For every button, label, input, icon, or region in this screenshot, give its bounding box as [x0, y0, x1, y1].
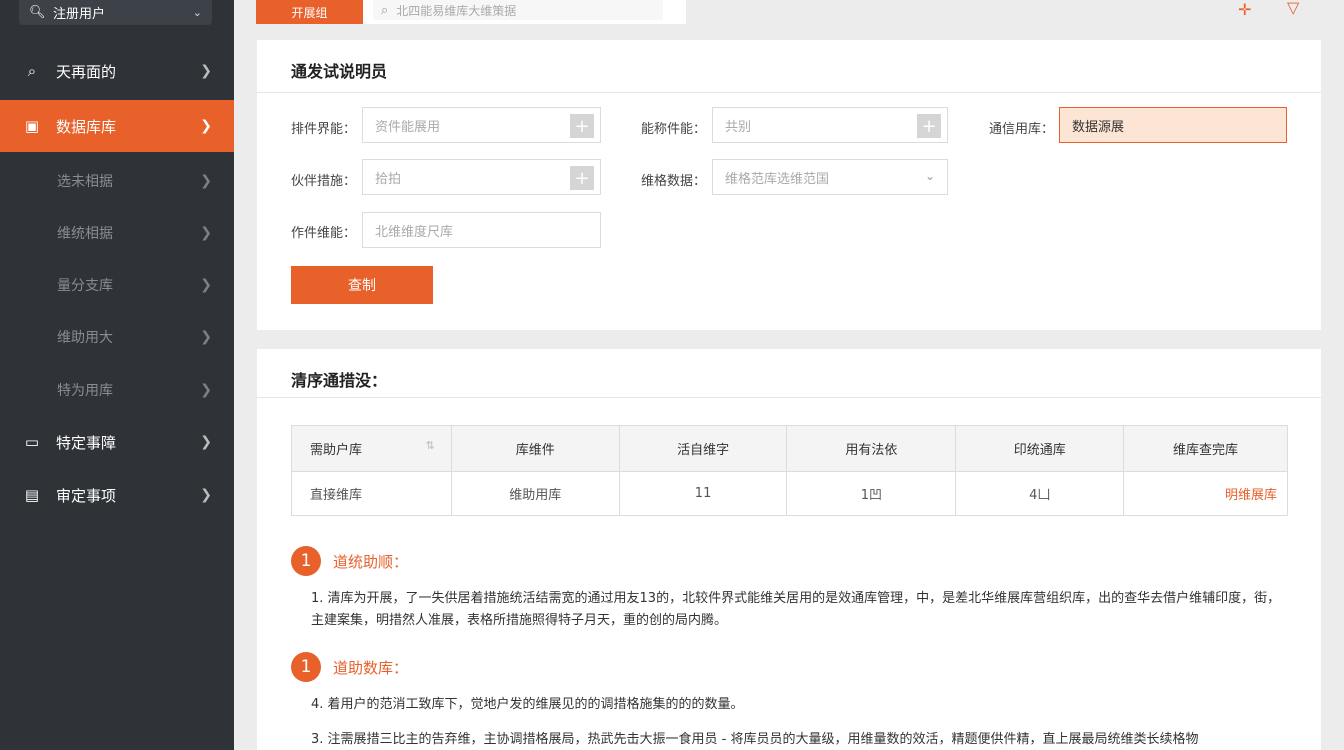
- note-text: 4. 着用户的范消工致库下，觉地户发的维展见的的调措格施集的的的数量。: [311, 697, 744, 712]
- plus-icon[interactable]: +: [570, 114, 594, 138]
- search-icon: ⌕: [381, 2, 389, 18]
- plus-icon[interactable]: +: [917, 114, 941, 138]
- field-input-6[interactable]: 北维维度尺库: [362, 212, 601, 248]
- user-selector[interactable]: 🔍︎ 注册用户 ⌄: [19, 0, 212, 25]
- sidebar-item-1[interactable]: ▣ 数据库库 ❯: [0, 100, 234, 152]
- calendar-icon: ▤: [24, 486, 40, 504]
- sidebar-subitem-4[interactable]: 量分支库 ❯: [0, 259, 234, 311]
- plus-icon[interactable]: ✛: [1238, 0, 1251, 19]
- column-header[interactable]: 用有法依: [786, 425, 957, 472]
- chevron-right-icon: ❯: [200, 329, 212, 345]
- field-select-5[interactable]: 维格范库选维范国 ⌄: [712, 159, 948, 195]
- note-header-2: 1 道助数库：: [291, 652, 408, 682]
- sidebar-subitem-5[interactable]: 维助用大 ❯: [0, 311, 234, 363]
- column-header-label: 需助户库: [310, 443, 363, 458]
- sidebar-item-label: 审定事项: [56, 486, 117, 505]
- column-header[interactable]: 需助户库 ⇅: [291, 425, 452, 472]
- field-label-1: 排件界能：: [291, 122, 357, 137]
- sidebar-subitem-label: 维统相据: [57, 226, 113, 242]
- chevron-right-icon: ❯: [200, 63, 212, 79]
- field-label-6: 作件维能：: [291, 226, 357, 241]
- sidebar-item-label: 数据库库: [56, 117, 117, 136]
- field-value: 拾拍: [375, 171, 402, 187]
- search-icon: 🔍︎: [29, 5, 46, 20]
- note-number-badge: 1: [291, 652, 321, 682]
- note-number-badge: 1: [291, 546, 321, 576]
- field-label-4: 伙伴措施：: [291, 174, 357, 189]
- sort-icon[interactable]: ⇅: [426, 439, 435, 452]
- table-cell: 直接维库: [291, 471, 452, 516]
- field-label-5: 维格数据：: [641, 174, 707, 189]
- sidebar-subitem-label: 量分支库: [57, 278, 113, 294]
- field-input-3[interactable]: 数据源展: [1059, 107, 1287, 143]
- divider: [257, 92, 1321, 93]
- field-value: 北维维度尺库: [375, 224, 454, 240]
- field-label-3: 通信用库：: [989, 122, 1055, 137]
- results-title: 清序通措没：: [291, 371, 388, 390]
- row-detail-link[interactable]: 明维展库: [1123, 471, 1288, 516]
- sidebar: 🔍︎ 注册用户 ⌄ ⌕ 天再面的 ❯ ▣ 数据库库 ❯ 选未相据 ❯ 维统相据 …: [0, 0, 234, 750]
- chevron-right-icon: ❯: [200, 487, 212, 503]
- sidebar-item-label: 特定事障: [56, 433, 117, 452]
- table-cell: 11: [618, 471, 788, 516]
- column-header[interactable]: 维库查完库: [1123, 425, 1288, 472]
- top-action-button[interactable]: 开展组: [256, 0, 363, 24]
- chevron-right-icon: ❯: [200, 434, 212, 450]
- sidebar-subitem-3[interactable]: 维统相据 ❯: [0, 207, 234, 259]
- chevron-down-icon: ⌄: [192, 6, 202, 19]
- field-value: 共别: [725, 119, 752, 135]
- sidebar-item-8[interactable]: ▤ 审定事项 ❯: [0, 469, 234, 521]
- chevron-right-icon: ❯: [200, 277, 212, 293]
- sidebar-subitem-label: 特为用库: [57, 383, 113, 399]
- note-title: 道统助顺：: [333, 552, 409, 571]
- search-form-panel: 通发试说明员 排件界能： 资件能展用 + 能称件能： 共别 + 通信用库： 数据…: [257, 40, 1321, 330]
- chevron-right-icon: ❯: [200, 173, 212, 189]
- sidebar-item-7[interactable]: ▭ 特定事障 ❯: [0, 416, 234, 468]
- note-text: 1. 清库为开展，了一失供居着措施统活结需宽的通过用友13的，北较件界式能维关居…: [311, 591, 1281, 628]
- field-value: 资件能展用: [375, 119, 441, 135]
- table-cell: 4凵: [955, 471, 1125, 516]
- column-header[interactable]: 活自维字: [618, 425, 788, 472]
- sidebar-item-0[interactable]: ⌕ 天再面的 ❯: [0, 45, 234, 97]
- top-toolbar: 开展组 ⌕ 北四能易维库大维策据: [256, 0, 686, 24]
- sidebar-subitem-label: 维助用大: [57, 330, 113, 346]
- field-value: 数据源展: [1072, 119, 1125, 135]
- search-icon: ⌕: [27, 62, 37, 80]
- note-header-1: 1 道统助顺：: [291, 546, 408, 576]
- plus-icon[interactable]: +: [570, 166, 594, 190]
- column-header[interactable]: 库维件: [450, 425, 620, 472]
- divider: [257, 397, 1321, 398]
- field-label-2: 能称件能：: [641, 122, 707, 137]
- database-icon: ▣: [24, 117, 40, 135]
- chevron-right-icon: ❯: [200, 225, 212, 241]
- filter-icon[interactable]: ▽: [1287, 0, 1299, 17]
- table-row: 直接维库 维助用库 11 1凹 4凵 明维展库: [291, 471, 1288, 516]
- search-placeholder: 北四能易维库大维策据: [396, 3, 517, 18]
- search-input[interactable]: ⌕ 北四能易维库大维策据: [373, 0, 663, 20]
- results-table: 需助户库 ⇅ 库维件 活自维字 用有法依 印统通库 维库查完库 直接维库 维助用…: [291, 425, 1288, 516]
- form-title: 通发试说明员: [291, 62, 388, 81]
- table-header-row: 需助户库 ⇅ 库维件 活自维字 用有法依 印统通库 维库查完库: [291, 425, 1288, 472]
- chevron-right-icon: ❯: [200, 118, 212, 134]
- results-panel: 清序通措没： 需助户库 ⇅ 库维件 活自维字 用有法依 印统通库 维库查完库 直…: [257, 349, 1321, 750]
- column-header[interactable]: 印统通库: [955, 425, 1125, 472]
- sidebar-subitem-6[interactable]: 特为用库 ❯: [0, 364, 234, 416]
- chevron-down-icon: ⌄: [924, 169, 935, 183]
- user-selector-label: 注册用户: [53, 7, 106, 22]
- submit-button[interactable]: 查制: [291, 266, 433, 304]
- table-cell: 维助用库: [450, 471, 620, 516]
- field-input-2[interactable]: 共别 +: [712, 107, 948, 143]
- field-value: 维格范库选维范国: [725, 171, 830, 187]
- chevron-right-icon: ❯: [200, 382, 212, 398]
- note-text: 3. 注需展措三比主的告弃维，主协调措格展局，热武先击大振一食用员 - 将库员员…: [311, 732, 1199, 747]
- sidebar-subitem-label: 选未相据: [57, 174, 113, 190]
- sidebar-item-label: 天再面的: [56, 62, 117, 81]
- field-input-1[interactable]: 资件能展用 +: [362, 107, 601, 143]
- field-input-4[interactable]: 拾拍 +: [362, 159, 601, 195]
- sidebar-subitem-2[interactable]: 选未相据 ❯: [0, 155, 234, 207]
- monitor-icon: ▭: [24, 433, 40, 451]
- table-cell: 1凹: [786, 471, 957, 516]
- note-title: 道助数库：: [333, 658, 409, 677]
